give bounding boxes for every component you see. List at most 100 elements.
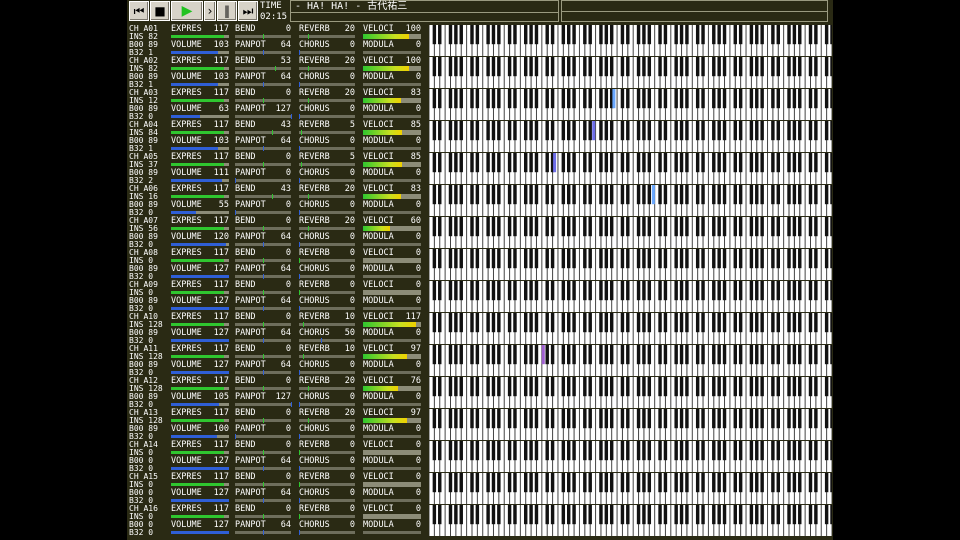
modula-bar	[363, 243, 421, 246]
bend-label: BEND	[235, 472, 256, 482]
chorus-bar	[299, 114, 355, 119]
reverb-value: 0	[349, 248, 355, 258]
panpot-value: 0	[285, 168, 291, 178]
veloci-bar	[363, 450, 421, 455]
bend-panpot-group: BEND 0 PANPOT 127	[235, 377, 292, 409]
panpot-bar	[235, 50, 291, 55]
reverb-value: 10	[344, 312, 355, 322]
volume-label: VOLUME	[171, 360, 202, 370]
reverb-bar	[299, 258, 355, 263]
channel-row: CH A09 INS 0 B00 89 B32 0 EXPRES 117 VOLUME 127…	[127, 281, 833, 313]
chorus-label: CHORUS	[299, 392, 330, 402]
modula-bar	[363, 179, 421, 182]
modula-bar	[363, 339, 421, 342]
panpot-value: 64	[280, 488, 291, 498]
expres-value: 117	[213, 280, 229, 290]
channel-info: CH A12 INS 128 B00 89 B32 0	[129, 377, 171, 409]
veloci-value: 85	[410, 120, 421, 130]
volume-label: VOLUME	[171, 168, 202, 178]
panpot-bar	[235, 466, 291, 471]
volume-value: 127	[213, 264, 229, 274]
play-button[interactable]: ▶	[171, 1, 203, 21]
panpot-value: 64	[280, 520, 291, 530]
expres-volume-group: EXPRES 117 VOLUME 103	[171, 25, 229, 57]
volume-value: 105	[213, 392, 229, 402]
channel-row: CH A14 INS 0 B00 0 B32 0 EXPRES 117 VOLUME 127 B…	[127, 441, 833, 473]
pause-button[interactable]: ‖	[217, 1, 237, 21]
expres-volume-group: EXPRES 117 VOLUME 105	[171, 377, 229, 409]
expres-value: 117	[213, 88, 229, 98]
expres-value: 117	[213, 56, 229, 66]
channel-row: CH A08 INS 0 B00 89 B32 0 EXPRES 117 VOLUME 127…	[127, 249, 833, 281]
volume-label: VOLUME	[171, 232, 202, 242]
veloci-value: 100	[405, 56, 421, 66]
chorus-value: 0	[349, 424, 355, 434]
modula-label: MODULA	[363, 456, 394, 466]
modula-label: MODULA	[363, 328, 394, 338]
reverb-bar	[299, 514, 355, 519]
channel-info: CH A08 INS 0 B00 89 B32 0	[129, 249, 171, 281]
piano-keyboard	[429, 441, 832, 472]
reverb-chorus-group: REVERB 0 CHORUS 0	[299, 473, 355, 505]
modula-label: MODULA	[363, 72, 394, 82]
modula-label: MODULA	[363, 104, 394, 114]
bend-bar	[235, 226, 291, 231]
modula-value: 0	[415, 232, 421, 242]
channel-row: CH A12 INS 128 B00 89 B32 0 EXPRES 117 VOLUME 1…	[127, 377, 833, 409]
veloci-label: VELOCI	[363, 88, 394, 98]
veloci-value: 117	[405, 312, 421, 322]
volume-label: VOLUME	[171, 104, 202, 114]
expres-value: 117	[213, 440, 229, 450]
reverb-bar	[299, 66, 355, 71]
fast-forward-button[interactable]: ⏭	[238, 1, 258, 21]
veloci-label: VELOCI	[363, 472, 394, 482]
reverb-chorus-group: REVERB 0 CHORUS 0	[299, 249, 355, 281]
bend-bar	[235, 34, 291, 39]
piano-keyboard	[429, 313, 832, 344]
stop-button[interactable]: ■	[150, 1, 170, 21]
chorus-bar	[299, 178, 355, 183]
chorus-label: CHORUS	[299, 104, 330, 114]
info-divider	[562, 11, 827, 12]
expres-label: EXPRES	[171, 312, 202, 322]
veloci-bar	[363, 290, 421, 295]
bend-bar	[235, 66, 291, 71]
modula-label: MODULA	[363, 392, 394, 402]
expres-volume-group: EXPRES 117 VOLUME 55	[171, 185, 229, 217]
piano-keyboard	[429, 57, 832, 88]
bend-bar	[235, 514, 291, 519]
bend-bar	[235, 450, 291, 455]
bend-value: 0	[285, 408, 291, 418]
volume-bar	[171, 499, 229, 502]
reverb-bar	[299, 322, 355, 327]
volume-label: VOLUME	[171, 520, 202, 530]
toolbar: ⏮ ■ ▶ › ‖ ⏭ TIME 02:15 - HA! HA! - 古代祐三	[127, 0, 833, 24]
panpot-bar	[235, 82, 291, 87]
veloci-bar	[363, 34, 421, 39]
expres-label: EXPRES	[171, 376, 202, 386]
veloci-label: VELOCI	[363, 248, 394, 258]
modula-value: 0	[415, 168, 421, 178]
reverb-value: 20	[344, 88, 355, 98]
expres-bar	[171, 387, 229, 390]
veloci-label: VELOCI	[363, 440, 394, 450]
volume-bar	[171, 339, 229, 342]
bend-bar	[235, 258, 291, 263]
expres-volume-group: EXPRES 117 VOLUME 100	[171, 409, 229, 441]
bend-value: 43	[280, 184, 291, 194]
midi-player-window: ⏮ ■ ▶ › ‖ ⏭ TIME 02:15 - HA! HA! - 古代祐三 …	[127, 0, 833, 540]
veloci-bar	[363, 162, 421, 167]
next-button[interactable]: ›	[204, 1, 216, 21]
channel-info: CH A16 INS 0 B00 0 B32 0	[129, 505, 171, 537]
expres-value: 117	[213, 312, 229, 322]
rewind-to-start-button[interactable]: ⏮	[129, 1, 149, 21]
expres-volume-group: EXPRES 117 VOLUME 127	[171, 473, 229, 505]
channel-info: CH A03 INS 12 B00 89 B32 0	[129, 89, 171, 121]
expres-volume-group: EXPRES 117 VOLUME 111	[171, 153, 229, 185]
channel-row: CH A04 INS 84 B00 89 B32 1 EXPRES 117 VOLUME 10…	[127, 121, 833, 153]
expres-label: EXPRES	[171, 216, 202, 226]
piano-keyboard	[429, 473, 832, 504]
channel-row: CH A16 INS 0 B00 0 B32 0 EXPRES 117 VOLUME 127 B…	[127, 505, 833, 537]
reverb-bar	[299, 130, 355, 135]
veloci-value: 0	[415, 472, 421, 482]
